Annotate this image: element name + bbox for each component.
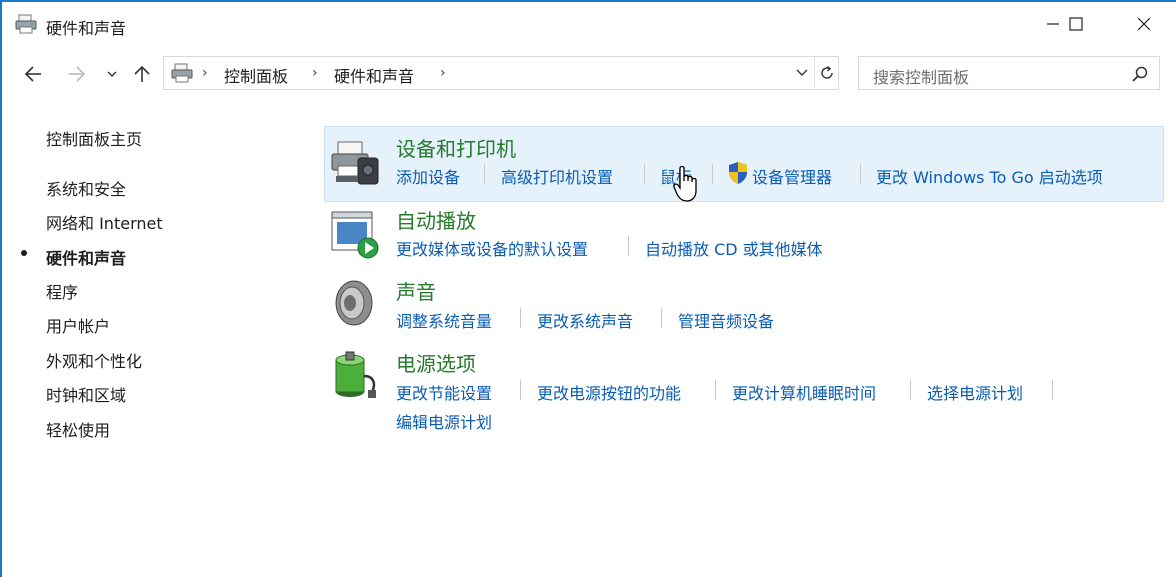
link-divider <box>661 308 662 328</box>
close-button[interactable] <box>1121 2 1167 46</box>
hand-cursor-icon <box>673 165 697 202</box>
speaker-icon <box>335 280 373 326</box>
chevron-down-icon <box>796 69 808 76</box>
link-divider <box>910 380 911 400</box>
maximize-icon <box>1069 17 1083 31</box>
link-edit-power-plan[interactable]: 编辑电源计划 <box>396 409 492 433</box>
breadcrumb-separator[interactable]: › <box>312 65 318 81</box>
arrow-up-icon <box>134 65 150 82</box>
search-box[interactable]: 搜索控制面板 <box>858 56 1160 90</box>
link-divider <box>484 164 485 184</box>
breadcrumb-control-panel[interactable]: 控制面板 <box>224 63 288 87</box>
address-bar[interactable]: › 控制面板 › 硬件和声音 › <box>163 56 839 90</box>
hardware-printer-icon <box>15 14 37 34</box>
link-manage-audio-devices[interactable]: 管理音频设备 <box>678 308 774 332</box>
link-change-power-saving[interactable]: 更改节能设置 <box>396 380 492 404</box>
link-autoplay-cd[interactable]: 自动播放 CD 或其他媒体 <box>645 236 823 260</box>
arrow-left-icon <box>24 66 41 82</box>
breadcrumb-separator[interactable]: › <box>440 65 446 81</box>
sidebar-item-programs[interactable]: 程序 <box>46 279 78 303</box>
refresh-button[interactable] <box>814 57 839 89</box>
link-divider <box>1052 380 1053 400</box>
refresh-icon <box>821 65 833 79</box>
link-change-default-media[interactable]: 更改媒体或设备的默认设置 <box>396 236 588 260</box>
category-title-autoplay[interactable]: 自动播放 <box>396 205 476 234</box>
link-divider <box>644 164 645 184</box>
recent-locations-button[interactable] <box>104 60 120 88</box>
back-button[interactable] <box>20 60 46 88</box>
sidebar-item-user-accounts[interactable]: 用户帐户 <box>46 313 110 337</box>
up-button[interactable] <box>130 60 154 88</box>
sidebar-item-clock-region[interactable]: 时钟和区域 <box>46 382 126 406</box>
link-divider <box>520 308 521 328</box>
sidebar-control-panel-home[interactable]: 控制面板主页 <box>46 126 142 150</box>
sidebar-item-system-security[interactable]: 系统和安全 <box>46 176 126 200</box>
link-divider <box>860 164 861 184</box>
navigation-bar: › 控制面板 › 硬件和声音 › 搜索控制面板 <box>0 56 1176 92</box>
link-windows-to-go[interactable]: 更改 Windows To Go 启动选项 <box>876 164 1103 188</box>
category-title-sound[interactable]: 声音 <box>396 276 436 305</box>
maximize-button[interactable] <box>1053 2 1099 46</box>
link-change-sleep-time[interactable]: 更改计算机睡眠时间 <box>732 380 876 404</box>
category-title-devices-printers[interactable]: 设备和打印机 <box>396 133 516 162</box>
search-input[interactable]: 搜索控制面板 <box>873 64 969 88</box>
sidebar-item-hardware-sound[interactable]: 硬件和声音 <box>46 245 126 269</box>
category-title-power-options[interactable]: 电源选项 <box>396 348 476 377</box>
uac-shield-icon <box>729 162 747 184</box>
window-title: 硬件和声音 <box>46 19 127 38</box>
hardware-printer-icon <box>171 63 193 83</box>
devices-printers-icon <box>331 141 379 185</box>
link-divider <box>715 380 716 400</box>
breadcrumb-hardware-sound[interactable]: 硬件和声音 <box>334 63 414 87</box>
arrow-right-icon <box>69 66 86 82</box>
battery-power-icon <box>335 351 376 398</box>
active-bullet <box>21 250 27 256</box>
address-dropdown-button[interactable] <box>792 63 812 83</box>
sidebar-item-ease-of-access[interactable]: 轻松使用 <box>46 417 110 441</box>
close-icon <box>1137 17 1151 31</box>
sidebar-item-network[interactable]: 网络和 Internet <box>46 210 163 234</box>
link-advanced-printer-setup[interactable]: 高级打印机设置 <box>501 164 613 188</box>
title-bar[interactable]: 硬件和声音 <box>0 2 1176 46</box>
link-change-system-sounds[interactable]: 更改系统声音 <box>537 308 633 332</box>
forward-button[interactable] <box>64 60 90 88</box>
autoplay-icon <box>331 211 379 259</box>
link-divider <box>628 236 629 256</box>
link-choose-power-plan[interactable]: 选择电源计划 <box>927 380 1023 404</box>
link-add-device[interactable]: 添加设备 <box>396 164 460 188</box>
search-icon[interactable] <box>1131 65 1149 83</box>
link-device-manager[interactable]: 设备管理器 <box>752 164 832 188</box>
link-divider <box>520 380 521 400</box>
chevron-down-icon <box>107 71 117 77</box>
link-adjust-volume[interactable]: 调整系统音量 <box>396 308 492 332</box>
breadcrumb-separator[interactable]: › <box>202 65 208 81</box>
link-divider <box>712 164 713 184</box>
link-power-button-function[interactable]: 更改电源按钮的功能 <box>537 380 681 404</box>
sidebar-item-appearance[interactable]: 外观和个性化 <box>46 348 142 372</box>
